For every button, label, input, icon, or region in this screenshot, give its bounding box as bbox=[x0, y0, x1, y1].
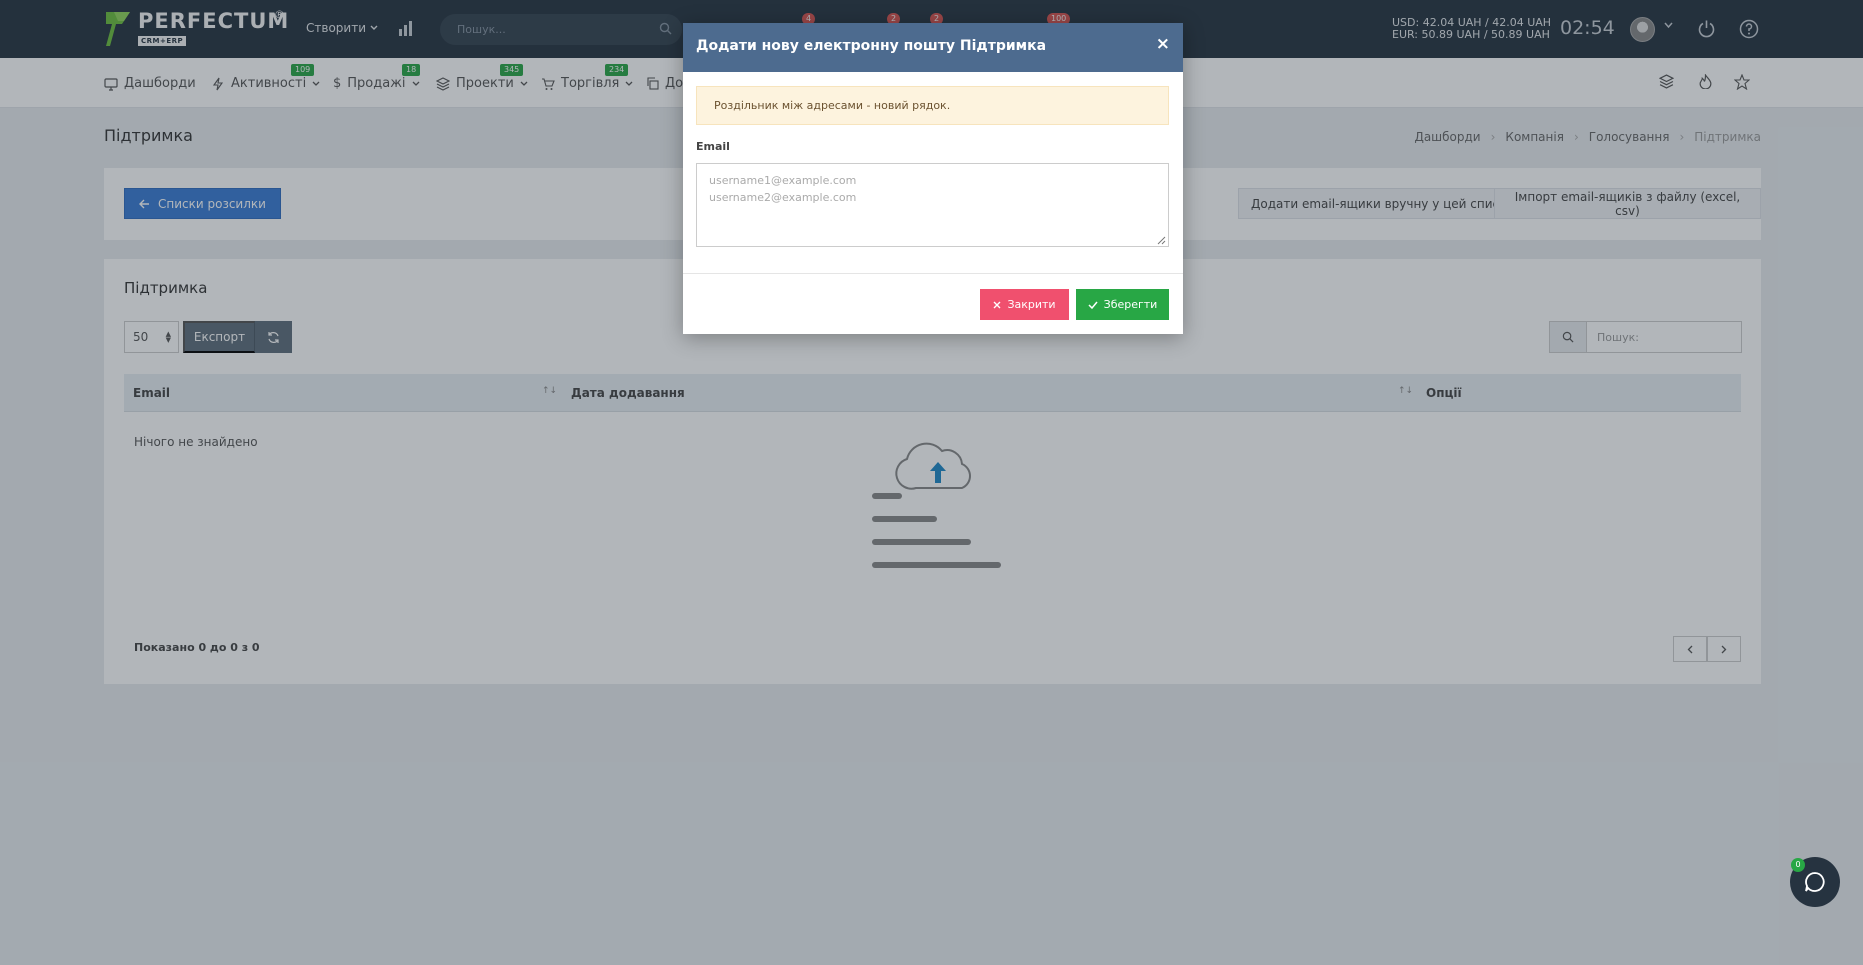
close-button[interactable]: Закрити bbox=[980, 289, 1069, 320]
save-button-label: Зберегти bbox=[1103, 298, 1158, 311]
modal-title: Додати нову електронну пошту Підтримка bbox=[696, 38, 1047, 54]
close-icon[interactable]: × bbox=[1156, 36, 1170, 53]
add-email-modal: Додати нову електронну пошту Підтримка ×… bbox=[683, 23, 1183, 334]
chat-icon bbox=[1805, 872, 1825, 892]
email-field-label: Email bbox=[696, 140, 730, 153]
save-button[interactable]: Зберегти bbox=[1076, 289, 1169, 320]
resize-handle-icon[interactable] bbox=[1157, 236, 1166, 245]
email-textarea[interactable] bbox=[696, 163, 1169, 247]
chat-badge: 0 bbox=[1791, 858, 1805, 872]
close-button-label: Закрити bbox=[1007, 298, 1056, 311]
check-icon bbox=[1088, 301, 1098, 309]
close-icon bbox=[993, 301, 1001, 308]
separator-hint-alert: Роздільник між адресами - новий рядок. bbox=[696, 86, 1169, 125]
modal-header: Додати нову електронну пошту Підтримка × bbox=[683, 23, 1183, 72]
modal-divider bbox=[683, 273, 1183, 274]
